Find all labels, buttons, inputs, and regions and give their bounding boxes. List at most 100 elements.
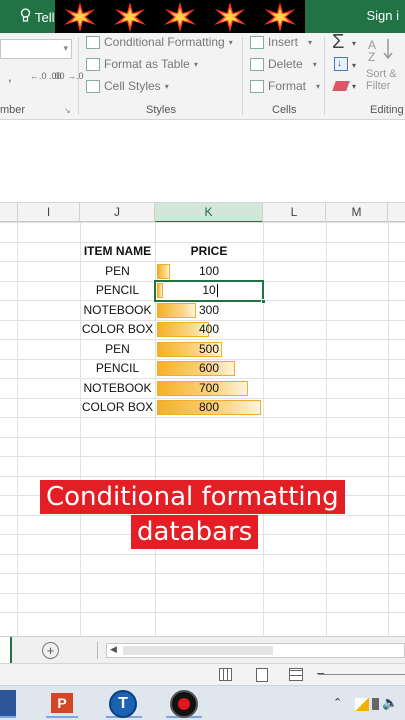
- worksheet-grid[interactable]: ITEM NAME PRICE PEN 100 PENCIL 10 NOTEBOOK 30…: [0, 222, 405, 636]
- format-button[interactable]: Format ▾: [250, 79, 320, 93]
- column-header-l[interactable]: L: [263, 203, 326, 223]
- horizontal-scrollbar[interactable]: ◀: [106, 643, 405, 658]
- autosum-button[interactable]: Σ: [332, 31, 344, 54]
- dialog-launcher-icon[interactable]: ↘: [64, 106, 71, 115]
- item-name-cell[interactable]: PEN: [80, 340, 155, 359]
- conditional-formatting-button[interactable]: Conditional Formatting ▾: [86, 35, 233, 49]
- ribbon-separator: [78, 37, 79, 115]
- status-bar: –: [0, 663, 405, 685]
- chevron-down-icon: ▾: [312, 59, 317, 69]
- sheet-tab-active[interactable]: [0, 637, 12, 663]
- insert-button[interactable]: Insert ▾: [250, 35, 312, 49]
- sort-filter-button[interactable]: AZ Sort & Filter: [366, 35, 405, 93]
- network-icon[interactable]: [355, 698, 369, 711]
- zoom-slider[interactable]: [318, 674, 405, 675]
- delete-button[interactable]: Delete ▾: [250, 57, 317, 71]
- delete-cells-icon: [250, 57, 264, 71]
- price-cell[interactable]: 700: [155, 379, 263, 398]
- grid-line: [17, 222, 18, 636]
- price-cell[interactable]: 100: [155, 262, 263, 281]
- recorder-taskbar-button[interactable]: [166, 690, 202, 718]
- windows-taskbar: P T ⌃ 🔈: [0, 685, 405, 720]
- star-burst-icon: [111, 1, 149, 33]
- price-cell[interactable]: 400: [155, 320, 263, 339]
- star-sticker-banner: [55, 0, 305, 33]
- column-header-k[interactable]: K: [155, 203, 263, 223]
- normal-view-icon[interactable]: [219, 668, 232, 681]
- grid-line: [0, 553, 405, 555]
- price-cell[interactable]: 500: [155, 340, 263, 359]
- lightbulb-icon: [20, 8, 31, 26]
- title-bar: Tell Sign i: [0, 0, 405, 33]
- column-header-partial[interactable]: [0, 203, 18, 223]
- tab-splitter[interactable]: [97, 642, 98, 659]
- chevron-down-icon: ▾: [352, 61, 357, 70]
- insert-label: Insert: [268, 35, 299, 49]
- svg-text:Z: Z: [368, 50, 375, 63]
- conditional-formatting-icon: [86, 35, 100, 49]
- volume-icon[interactable]: 🔈: [382, 695, 398, 711]
- chevron-down-icon: ▾: [228, 37, 233, 47]
- formula-area: [0, 121, 405, 201]
- cell-styles-icon: [86, 79, 100, 93]
- sort-filter-label-2: Filter: [366, 80, 391, 92]
- item-name-cell[interactable]: COLOR BOX: [80, 320, 155, 339]
- zoom-out-button[interactable]: –: [317, 665, 324, 680]
- number-format-dropdown[interactable]: ▾: [0, 39, 72, 59]
- number-group-label: mber: [0, 104, 26, 116]
- powerpoint-taskbar-button[interactable]: P: [46, 690, 78, 718]
- star-burst-icon: [161, 1, 199, 33]
- column-header-i[interactable]: I: [18, 203, 80, 223]
- column-header-j[interactable]: J: [80, 203, 155, 223]
- word-taskbar-icon[interactable]: [0, 690, 16, 718]
- editing-group-label: Editing: [370, 104, 404, 116]
- star-burst-icon: [261, 1, 299, 33]
- price-header[interactable]: PRICE: [155, 242, 263, 261]
- item-name-cell[interactable]: PENCIL: [80, 281, 155, 300]
- clear-eraser-icon[interactable]: [332, 81, 350, 91]
- format-as-table-label: Format as Table: [104, 57, 190, 71]
- column-header-m[interactable]: M: [326, 203, 388, 223]
- active-cell-border[interactable]: [154, 280, 264, 302]
- item-name-cell[interactable]: NOTEBOOK: [80, 379, 155, 398]
- fill-button[interactable]: ↓: [334, 57, 348, 71]
- tell-me-label: Tell: [35, 9, 55, 25]
- scroll-left-icon[interactable]: ◀: [110, 644, 117, 655]
- record-icon: [170, 690, 198, 718]
- item-name-cell[interactable]: PEN: [80, 262, 155, 281]
- grid-line: [0, 436, 405, 438]
- add-sheet-button[interactable]: +: [42, 642, 59, 659]
- caption-line-1: Conditional formatting: [40, 480, 345, 514]
- grid-line: [0, 573, 405, 574]
- comma-style-button[interactable]: ,: [8, 69, 12, 84]
- scrollbar-thumb[interactable]: [123, 646, 273, 655]
- cell-styles-label: Cell Styles: [104, 79, 161, 93]
- delete-label: Delete: [268, 57, 303, 71]
- price-cell[interactable]: 800: [155, 398, 263, 417]
- price-cell[interactable]: 300: [155, 301, 263, 320]
- format-label: Format: [268, 79, 307, 93]
- page-layout-view-icon[interactable]: [256, 668, 268, 682]
- column-header-partial[interactable]: [388, 203, 405, 223]
- cell-styles-button[interactable]: Cell Styles ▾: [86, 79, 169, 93]
- grid-line: [0, 456, 405, 457]
- price-cell[interactable]: 600: [155, 359, 263, 378]
- format-as-table-button[interactable]: Format as Table ▾: [86, 57, 198, 71]
- chevron-up-icon[interactable]: ⌃: [333, 696, 342, 709]
- sort-filter-icon: AZ: [368, 38, 393, 64]
- format-cells-icon: [250, 79, 264, 93]
- caption-line-2: databars: [131, 515, 259, 549]
- ribbon-separator: [242, 37, 243, 115]
- tell-me-box[interactable]: Tell: [20, 8, 55, 26]
- page-break-view-icon[interactable]: [289, 668, 303, 681]
- item-name-cell[interactable]: COLOR BOX: [80, 398, 155, 417]
- battery-icon[interactable]: [372, 698, 379, 710]
- tally-taskbar-button[interactable]: T: [106, 690, 142, 718]
- item-name-cell[interactable]: NOTEBOOK: [80, 301, 155, 320]
- powerpoint-icon: P: [51, 693, 73, 713]
- item-name-header[interactable]: ITEM NAME: [80, 242, 155, 261]
- item-name-cell[interactable]: PENCIL: [80, 359, 155, 378]
- sign-in-link[interactable]: Sign i: [366, 8, 399, 23]
- chevron-down-icon: ▾: [352, 82, 357, 91]
- sheet-tab-bar: + ◀: [0, 636, 405, 663]
